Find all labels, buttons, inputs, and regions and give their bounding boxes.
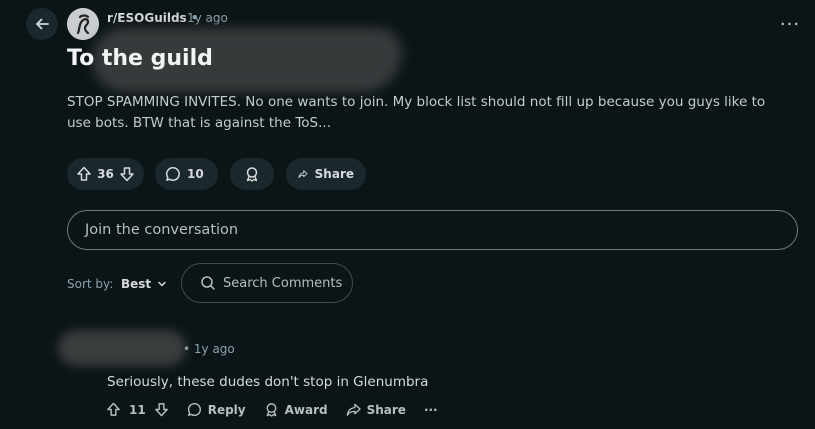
- separator-dot: •: [183, 342, 191, 356]
- post-time: 1y ago: [187, 11, 228, 25]
- join-placeholder: Join the conversation: [85, 222, 239, 238]
- dragon-logo-icon: [67, 8, 99, 40]
- downvote-icon[interactable]: [154, 402, 169, 417]
- share-label: Share: [314, 167, 354, 181]
- sort-dropdown[interactable]: Best: [121, 277, 167, 291]
- reply-button[interactable]: Reply: [187, 402, 246, 417]
- share-button[interactable]: Share: [346, 402, 406, 417]
- comment-body: Seriously, these dudes don't stop in Gle…: [107, 374, 429, 390]
- share-button[interactable]: Share: [286, 158, 366, 190]
- subreddit-name[interactable]: r/ESOGuilds •: [107, 11, 199, 25]
- chevron-down-icon: [158, 281, 166, 287]
- upvote-count: 36: [97, 167, 114, 181]
- comment-bubble-icon: [187, 402, 201, 417]
- post-body: STOP SPAMMING INVITES. No one wants to j…: [67, 94, 766, 131]
- redacted-username: [58, 330, 186, 366]
- sort-label: Sort by:: [67, 277, 114, 291]
- back-button[interactable]: [26, 8, 58, 40]
- arrow-left-icon: [36, 18, 49, 30]
- join-conversation-input[interactable]: Join the conversation: [67, 210, 798, 250]
- comment-vote-control: 11: [106, 402, 169, 417]
- post-title: To the guild: [67, 46, 213, 71]
- vote-control: 36: [67, 158, 144, 190]
- comment-bubble-icon: [165, 167, 180, 181]
- search-comments-input[interactable]: Search Comments: [181, 263, 353, 303]
- award-button[interactable]: [230, 158, 274, 190]
- sort-value: Best: [121, 277, 152, 291]
- upvote-icon[interactable]: [76, 166, 92, 182]
- search-icon: [201, 276, 215, 290]
- subreddit-avatar[interactable]: [67, 8, 99, 40]
- downvote-icon[interactable]: [119, 166, 135, 182]
- upvote-icon[interactable]: [106, 402, 121, 417]
- comment-more-button[interactable]: ···: [424, 403, 438, 417]
- share-arrow-icon: [298, 170, 308, 179]
- award-label: Award: [284, 402, 328, 417]
- award-button[interactable]: Award: [264, 402, 328, 417]
- comment-time: • 1y ago: [183, 342, 235, 356]
- share-label: Share: [366, 402, 406, 417]
- reply-label: Reply: [207, 402, 246, 417]
- comment-score: 11: [129, 402, 146, 417]
- comments-button[interactable]: 10: [155, 158, 218, 190]
- award-icon: [266, 403, 277, 417]
- comment-actions: 11 Reply Award Share ···: [106, 402, 456, 417]
- comment-count: 10: [187, 167, 204, 181]
- share-arrow-icon: [346, 403, 361, 416]
- search-placeholder: Search Comments: [223, 275, 343, 291]
- award-icon: [246, 167, 258, 182]
- more-options-button[interactable]: ···: [776, 10, 804, 38]
